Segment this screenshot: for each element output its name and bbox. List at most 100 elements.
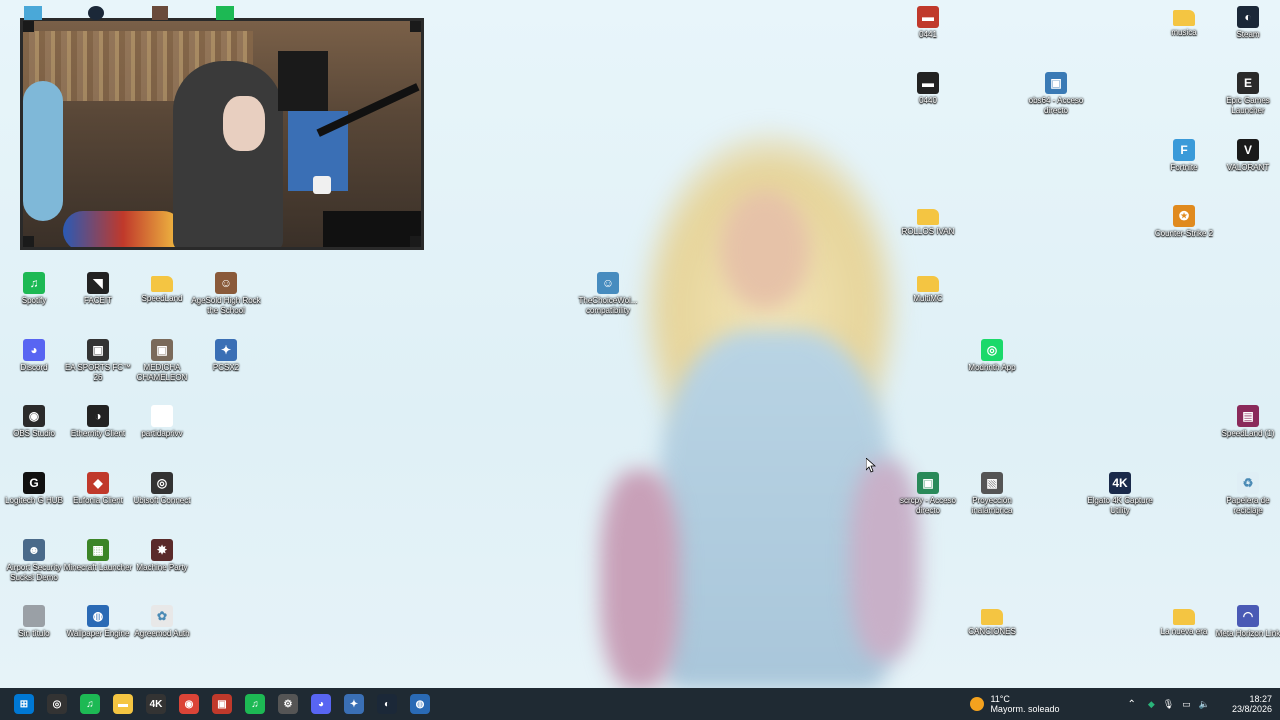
cs2-icon: ✪: [1173, 205, 1195, 227]
desktop-icon[interactable]: ♫ Spotify: [2, 272, 66, 306]
desktop-icon[interactable]: F Fortnite: [1152, 139, 1216, 173]
desktop-icon-label: Fortnite: [1170, 163, 1198, 172]
discord-icon[interactable]: ◕: [311, 694, 331, 714]
volume-icon[interactable]: 🔈: [1199, 699, 1210, 710]
desktop-icon[interactable]: ▦ Minecraft Launcher: [64, 539, 132, 573]
desktop-icon[interactable]: ▧ Proyección inalámbrica: [960, 472, 1024, 516]
spotify-icon[interactable]: ♫: [80, 694, 100, 714]
desktop-icon[interactable]: ROLLOS IVAN: [896, 205, 960, 237]
steam-icon[interactable]: ◐: [377, 694, 397, 714]
desktop-icon[interactable]: CANCIONES: [960, 605, 1024, 637]
desktop-icon[interactable]: ◎ Ubisoft Connect: [130, 472, 194, 506]
desktop-icon[interactable]: ◠ Meta Horizon Link: [1216, 605, 1280, 639]
weather-widget[interactable]: 11°C Mayorm. soleado: [990, 694, 1059, 714]
desktop-icon-partial[interactable]: [216, 6, 234, 20]
desktop-icon-label: SpeedLand (1): [1221, 429, 1275, 438]
desktop-icon[interactable]: ◕ Discord: [2, 339, 66, 373]
desktop-icon-label: CANCIONES: [968, 627, 1016, 636]
edge-icon[interactable]: ◆: [1148, 699, 1155, 710]
windows-start-icon[interactable]: ⊞: [14, 694, 34, 714]
elgato-icon[interactable]: 4K: [146, 694, 166, 714]
desktop-icon[interactable]: ▣ MEDICHA CHAMELEON: [130, 339, 194, 383]
desktop-icon-label: Logitech G HUB: [5, 496, 63, 505]
desktop-icon-label: Machine Party: [136, 563, 188, 572]
spotify-icon[interactable]: ♫: [245, 694, 265, 714]
desktop-icon[interactable]: ☺ AgeSold High Rock the School: [191, 272, 261, 316]
desktop-icon[interactable]: 4K Elgato 4K Capture Utility: [1087, 472, 1153, 516]
desktop-icon[interactable]: Sin título: [2, 605, 66, 639]
image-icon: ▣: [151, 339, 173, 361]
desktop-icon[interactable]: ▤ SpeedLand (1): [1216, 405, 1280, 439]
desktop-icon[interactable]: ☺ TheChoiceWol... compatibility: [576, 272, 640, 316]
desktop-icon[interactable]: ◉ OBS Studio: [2, 405, 66, 439]
webcam-rug: [63, 211, 183, 247]
taskbar: ⊞ ◎ ♫ ▬ 4K ◉ ▣ ♫ ⚙ ◕ ✦ ◐ ◍ 11°C Mayorm. soleado ⌃ ◆ …: [0, 688, 1280, 720]
desktop-icon-partial[interactable]: [24, 6, 42, 20]
webcam-person-face: [223, 96, 265, 151]
desktop-icon-label: TheChoiceWol... compatibility: [578, 296, 638, 315]
desktop-icon[interactable]: ▬ 0440: [896, 72, 960, 106]
desktop-icon-label: Counter-Strike 2: [1154, 229, 1214, 238]
epic-icon: E: [1237, 72, 1259, 94]
fortnite-icon: F: [1173, 139, 1195, 161]
desktop-icon-label: Papelera de reciclaje: [1226, 496, 1270, 515]
desktop-icon-partial[interactable]: [88, 6, 104, 20]
logitech-icon: G: [23, 472, 45, 494]
desktop-icon[interactable]: ◑ Ethernity Client: [66, 405, 130, 439]
app-icon[interactable]: ▣: [212, 694, 232, 714]
desktop-icon[interactable]: G Logitech G HUB: [2, 472, 66, 506]
desktop-icon-label: Ethernity Client: [70, 429, 126, 438]
app-icon[interactable]: ◎: [47, 694, 67, 714]
desktop-icon[interactable]: La nueva era: [1152, 605, 1216, 637]
spotify-icon: ♫: [23, 272, 45, 294]
desktop-icon[interactable]: ◍ Wallpaper Engine: [66, 605, 130, 639]
desktop-icon-label: 0441: [919, 30, 937, 39]
clock-time: 18:27: [1249, 694, 1272, 704]
desktop-icon[interactable]: V VALORANT: [1216, 139, 1280, 173]
desktop-icon-label: Ubisoft Connect: [133, 496, 191, 505]
desktop-icon[interactable]: ☻ Airport Security Sucks! Demo: [2, 539, 66, 583]
mouse-cursor-icon: [866, 458, 876, 473]
desktop-icon[interactable]: SpeedLand: [130, 272, 194, 304]
folder-icon: ▬: [917, 6, 939, 28]
folder-icon: [917, 276, 939, 292]
desktop-icon[interactable]: ♻ Papelera de reciclaje: [1216, 472, 1280, 516]
desktop-icon[interactable]: ▣ scrcpy - Acceso directo: [896, 472, 960, 516]
desktop-icon[interactable]: ◎ Modrinth App: [960, 339, 1024, 373]
desktop-icon-partial[interactable]: [152, 6, 168, 20]
clock-date: 23/8/2026: [1231, 704, 1272, 714]
desktop-icon[interactable]: ◥ FACEIT: [66, 272, 130, 306]
desktop-icon[interactable]: ▣ obs64 - Acceso directo: [1024, 72, 1088, 116]
chrome-icon[interactable]: ◉: [179, 694, 199, 714]
clock[interactable]: 18:27 23/8/2026: [1232, 694, 1272, 714]
webcam-mug: [313, 176, 331, 194]
display-icon[interactable]: ▭: [1182, 699, 1191, 710]
desktop-icon-label: Spotify: [21, 296, 47, 305]
weather-sun-icon[interactable]: [970, 697, 985, 711]
app-icon[interactable]: ✦: [344, 694, 364, 714]
desktop-icon[interactable]: ◆ Eufonia Client: [66, 472, 130, 506]
desktop-icon[interactable]: ✸ Machine Party: [130, 539, 194, 573]
desktop-icon-label: partidaprivv: [141, 429, 183, 438]
file-explorer-icon[interactable]: ▬: [113, 694, 133, 714]
shortcut-icon: ▣: [1045, 72, 1067, 94]
desktop-icon[interactable]: partidaprivv: [130, 405, 194, 439]
desktop-icon[interactable]: ◐ Steam: [1216, 6, 1280, 40]
minecraft-icon: ▦: [87, 539, 109, 561]
desktop-icon[interactable]: ✪ Counter-Strike 2: [1152, 205, 1216, 239]
taskbar-apps: ⊞ ◎ ♫ ▬ 4K ◉ ▣ ♫ ⚙ ◕ ✦ ◐ ◍: [10, 694, 439, 714]
microphone-icon[interactable]: 🎙: [1163, 699, 1174, 710]
desktop-icon-label: obs64 - Acceso directo: [1028, 96, 1084, 115]
desktop-icon[interactable]: MultiMC: [896, 272, 960, 304]
desktop-icon[interactable]: ▣ EA SPORTS FC™ 26: [65, 339, 131, 383]
file-icon: [23, 605, 45, 627]
desktop-icon[interactable]: E Epic Games Launcher: [1216, 72, 1280, 116]
settings-icon[interactable]: ⚙: [278, 694, 298, 714]
desktop-icon[interactable]: ✿ Agreemod Auth: [130, 605, 194, 639]
chevron-up-icon[interactable]: ⌃: [1127, 699, 1135, 710]
desktop-icon[interactable]: ✦ PCSX2: [194, 339, 258, 373]
wallpaper-engine-icon: ◍: [87, 605, 109, 627]
desktop-icon[interactable]: ▬ 0441: [896, 6, 960, 40]
desktop-icon[interactable]: musica: [1152, 6, 1216, 38]
app-icon[interactable]: ◍: [410, 694, 430, 714]
